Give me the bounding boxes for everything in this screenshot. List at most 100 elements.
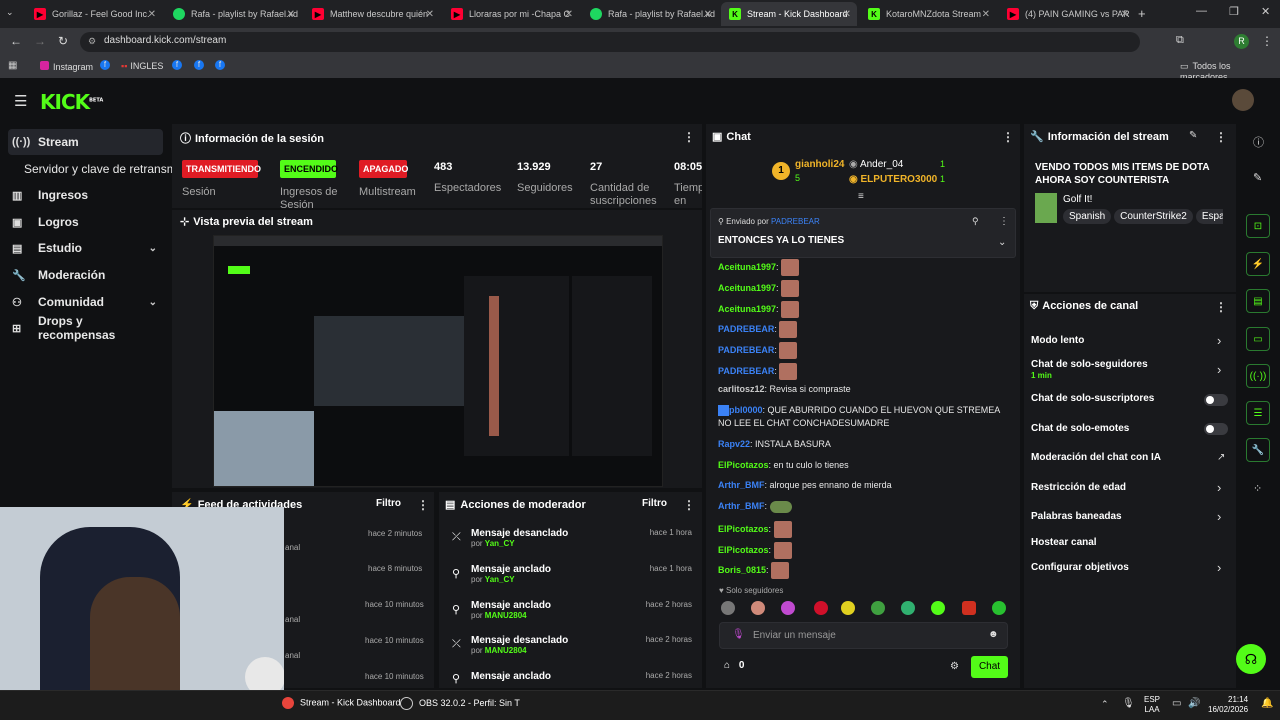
category-name[interactable]: Golf It! [1063,194,1092,205]
chevron-down-icon[interactable]: ⌄ [998,237,1006,248]
action-configure-goals[interactable]: Configurar objetivos [1031,562,1129,573]
more-options-icon[interactable]: ⋮ [1215,300,1227,314]
close-icon[interactable]: ✕ [426,9,434,20]
mod-user[interactable]: Yan_CY [485,539,515,548]
microphone-icon[interactable]: 🎙 [732,629,745,640]
action-age-restriction[interactable]: Restricción de edad [1031,482,1126,493]
facebook-icon[interactable]: f [172,60,182,70]
restore-icon[interactable]: ❐ [1229,5,1239,18]
emote-icon[interactable] [781,601,795,615]
wrench-icon[interactable]: 🔧 [1246,438,1270,462]
chat-username[interactable]: carlitosz12 [718,384,765,394]
language-indicator[interactable]: ESP LAA [1144,695,1160,715]
taskbar-app-obs[interactable]: OBS 32.0.2 - Perfil: Sin T [400,697,520,710]
emote-icon[interactable] [901,601,915,615]
site-info-icon[interactable]: ⚙ [88,36,96,47]
filter-button[interactable]: Filtro [642,498,667,509]
chat-username[interactable]: ElPicotazos [718,460,769,470]
more-options-icon[interactable]: ⋮ [683,130,695,144]
notifications-icon[interactable]: 🔔 [1261,698,1273,709]
emote-icon[interactable] [871,601,885,615]
chat-username[interactable]: Aceituna1997 [718,262,776,272]
document-icon[interactable]: ▤ [1246,289,1270,313]
unpin-icon[interactable]: ⚲ [972,216,979,227]
info-icon[interactable]: ⓘ [1253,134,1264,150]
support-button[interactable]: ☊ [1236,644,1266,674]
browser-tab[interactable]: ▶ Lloraras por mi -Chapa C ✕ [443,2,579,26]
browser-tab[interactable]: ▶ (4) PAIN GAMING vs PAR ✕ [999,2,1135,26]
volume-icon[interactable]: 🔊 [1188,698,1200,709]
chat-username[interactable]: PADREBEAR [718,345,774,355]
stream-preview-video[interactable] [213,235,663,487]
sidebar-item-server-key[interactable]: Servidor y clave de retransmisión [20,156,172,182]
browser-tab[interactable]: ▶ Gorillaz - Feel Good Inc. ✕ [26,2,162,26]
emote-icon[interactable] [992,601,1006,615]
emote-icon[interactable] [751,601,765,615]
facebook-icon[interactable]: f [100,60,110,70]
network-icon[interactable]: ▭ [1172,698,1181,709]
bolt-icon[interactable]: ⚡ [1246,252,1270,276]
kick-logo[interactable]: KICKBETA [40,90,103,114]
leaderboard-user[interactable]: ◉ ELPUTERO3000 [849,174,937,185]
browser-tab[interactable]: ▶ Matthew descubre quién ✕ [304,2,440,26]
chat-username[interactable]: Rapv22 [718,439,750,449]
chat-settings-icon[interactable]: ⚙ [950,661,959,672]
browser-tab[interactable]: Rafa - playlist by Rafael.xd ✕ [165,2,301,26]
chat-username[interactable]: PADREBEAR [718,324,774,334]
clock[interactable]: 21:14 16/02/2026 [1208,695,1248,715]
chat-username[interactable]: Boris_0815 [718,565,766,575]
pinned-user[interactable]: PADREBEAR [771,217,820,226]
browser-tab[interactable]: K KotaroMNZdota Stream ✕ [860,2,996,26]
tray-chevron-icon[interactable]: ⌃ [1101,699,1109,710]
tag[interactable]: Spanish [1063,209,1112,224]
edit-icon[interactable]: ✎ [1189,130,1197,141]
sidebar-item-comunidad[interactable]: ⚇ Comunidad ⌄ [8,289,163,315]
action-host-channel[interactable]: Hostear canal [1031,537,1097,548]
dots-icon[interactable]: ⁘ [1253,482,1262,495]
emoji-icon[interactable]: ☻ [988,629,999,640]
subs-only-toggle[interactable] [1204,394,1228,406]
action-followers-only[interactable]: Chat de solo-seguidores [1031,359,1148,370]
chevron-right-icon[interactable]: › [1217,362,1221,377]
emote-icon[interactable] [841,601,855,615]
minimize-icon[interactable]: — [1196,5,1207,17]
external-link-icon[interactable]: ↗ [1217,452,1225,463]
more-options-icon[interactable]: ⋮ [417,498,429,512]
action-banned-words[interactable]: Palabras baneadas [1031,511,1122,522]
tag[interactable]: Espa [1195,209,1223,224]
emote-icon[interactable] [814,601,828,615]
menu-icon[interactable]: ⋮ [1261,34,1273,48]
points-display[interactable]: ⌂ 0 [724,660,744,671]
apps-icon[interactable]: ▦ [8,60,17,71]
chat-username[interactable]: Aceituna1997 [718,304,776,314]
bookmark-ingles[interactable]: ▪▪ INGLES [121,61,163,71]
more-options-icon[interactable]: ⋮ [999,216,1009,227]
emote-icon[interactable] [931,601,945,615]
emote-icon[interactable] [721,601,735,615]
close-icon[interactable]: ✕ [982,9,990,20]
more-options-icon[interactable]: ⋮ [683,498,695,512]
list-icon[interactable]: ☰ [1246,401,1270,425]
sidebar-item-logros[interactable]: ▣ Logros [8,209,163,235]
close-icon[interactable]: ✕ [1121,9,1129,20]
close-icon[interactable]: ✕ [148,9,156,20]
filter-button[interactable]: Filtro [376,498,401,509]
avatar[interactable] [1232,89,1254,111]
forward-icon[interactable]: → [34,34,46,48]
action-slow-mode[interactable]: Modo lento [1031,335,1084,346]
bookmark-instagram[interactable]: Instagram [40,61,93,72]
more-options-icon[interactable]: ⋮ [1002,130,1014,144]
chat-username[interactable]: PADREBEAR [718,366,774,376]
close-icon[interactable]: ✕ [704,9,712,20]
chat-send-button[interactable]: Chat [971,656,1008,678]
leaderboard-user[interactable]: gianholi24 [795,159,844,170]
chevron-right-icon[interactable]: › [1217,560,1221,575]
pencil-icon[interactable]: ✎ [1253,171,1262,184]
emotes-only-toggle[interactable] [1204,423,1228,435]
avatar[interactable]: R [1234,34,1249,49]
chat-username[interactable]: ElPicotazos [718,524,769,534]
target-icon[interactable]: ⊡ [1246,214,1270,238]
reload-icon[interactable]: ↻ [58,34,68,48]
action-ai-moderation[interactable]: Moderación del chat con IA [1031,452,1161,463]
chat-username[interactable]: pbl0000 [729,405,763,415]
